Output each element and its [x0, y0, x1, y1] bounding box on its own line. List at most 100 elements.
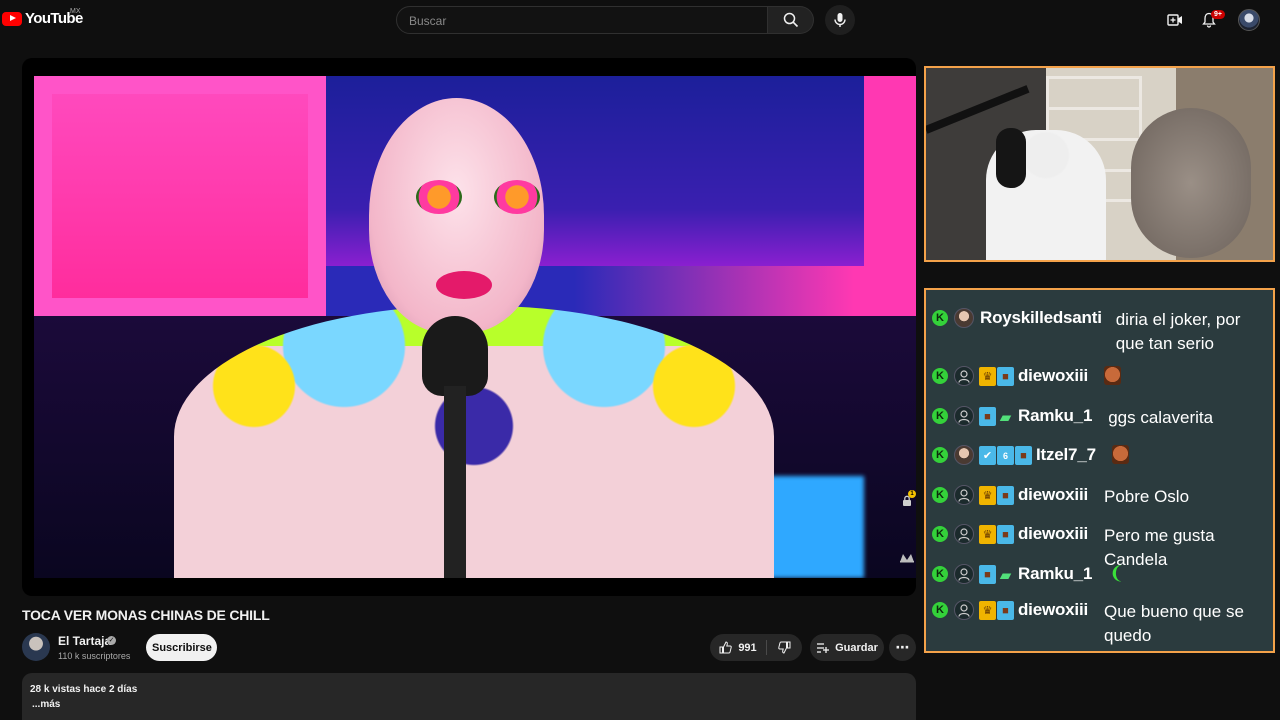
thumbs-up-icon: [719, 641, 733, 654]
save-button[interactable]: Guardar: [810, 634, 884, 661]
sub-badge-icon: ■: [979, 407, 996, 426]
chat-message: K ♛ ■ diewoxiii: [926, 366, 1273, 386]
video-title: TOCA VER MONAS CHINAS DE CHILL: [22, 607, 270, 623]
crown-badge-icon: ♛: [979, 525, 996, 544]
thumbs-down-icon: [778, 641, 791, 654]
moderator-badge-icon: K: [932, 310, 948, 326]
face-emote-icon: [1104, 366, 1121, 385]
chat-username: diewoxiii: [1018, 600, 1088, 619]
search-icon: [783, 12, 798, 28]
chat-text: Que bueno que se quedo: [1104, 602, 1244, 645]
chat-username: Itzel7_7: [1036, 445, 1096, 464]
chat-message: K ✔ 6 ■ Itzel7_7: [926, 445, 1273, 465]
youtube-logo[interactable]: YouTube MX: [2, 8, 83, 27]
subscribe-button[interactable]: Suscribirse: [146, 634, 217, 661]
chat-user-avatar: [954, 308, 974, 328]
chat-username: Royskilledsanti: [980, 308, 1102, 327]
show-more-link[interactable]: ...más: [32, 699, 60, 710]
default-avatar-icon: [954, 366, 974, 386]
chat-username: Ramku_1: [1018, 406, 1093, 425]
default-avatar-icon: [954, 485, 974, 505]
moderator-badge-icon: K: [932, 526, 948, 542]
crown-badge-icon: ♛: [979, 367, 996, 386]
hammer-badge-icon: ✔: [979, 446, 996, 465]
chat-text: Pobre Oslo: [1104, 487, 1190, 506]
verified-check-icon: ✓: [107, 636, 116, 645]
chat-overlay: K Royskilledsanti diria el joker, por qu…: [924, 288, 1275, 653]
more-actions-button[interactable]: ⋯: [889, 634, 916, 661]
default-avatar-icon: [954, 564, 974, 584]
chat-message: K Royskilledsanti diria el joker, por qu…: [926, 308, 1273, 356]
region-code: MX: [70, 8, 81, 15]
like-dislike-group: 991: [710, 634, 802, 661]
more-horizontal-icon: ⋯: [895, 639, 910, 655]
chat-text: ggs calaverita: [1108, 408, 1214, 427]
chat-text: diria el joker, por que tan serio: [1115, 310, 1241, 353]
moderator-badge-icon: K: [932, 566, 948, 582]
default-avatar-icon: [954, 406, 974, 426]
like-button[interactable]: 991: [710, 634, 766, 661]
gift-badge-icon: ▰: [999, 566, 1012, 584]
search-button[interactable]: [768, 6, 814, 34]
chat-username: Ramku_1: [1018, 564, 1093, 583]
moderator-badge-icon: K: [932, 447, 948, 463]
sub-badge-icon: ■: [997, 367, 1014, 386]
like-count: 991: [738, 641, 757, 654]
facecam-mic-arm: [926, 85, 1030, 134]
description-box[interactable]: 28 k vistas hace 2 días ...más: [22, 673, 916, 720]
streamer-facecam: [924, 66, 1275, 262]
youtube-play-icon: [2, 11, 22, 26]
video-player[interactable]: 1: [22, 58, 916, 596]
create-button[interactable]: [1165, 10, 1185, 30]
crown-badge-icon: ♛: [979, 486, 996, 505]
top-bar: YouTube MX 9+: [0, 0, 1280, 40]
chat-message: K ♛ ■ diewoxiii Pobre Oslo: [926, 485, 1273, 509]
notification-count-badge: 9+: [1211, 10, 1225, 19]
performer-eye-left: [416, 180, 462, 214]
lock-badge: 1: [908, 490, 916, 498]
sub-badge-icon: ■: [997, 601, 1014, 620]
subscriber-count: 110 k suscriptores: [58, 651, 131, 661]
theater-icon: [900, 554, 914, 563]
playlist-add-icon: [817, 642, 830, 653]
chat-username: diewoxiii: [1018, 366, 1088, 385]
chat-message: K ♛ ■ diewoxiii Que bueno que se quedo: [926, 600, 1273, 648]
pickle-emote-icon: ❨: [1109, 563, 1125, 583]
sub-badge-icon: ■: [997, 525, 1014, 544]
video-frame[interactable]: [34, 76, 916, 578]
moderator-badge-icon: K: [932, 602, 948, 618]
default-avatar-icon: [954, 600, 974, 620]
sub-badge-icon: ■: [979, 565, 996, 584]
performer-eye-right: [494, 180, 540, 214]
facecam-cat: [1131, 108, 1251, 258]
crown-badge-icon: ♛: [979, 601, 996, 620]
sub-badge-icon: ■: [997, 486, 1014, 505]
handheld-microphone: [422, 316, 488, 578]
moderator-badge-icon: K: [932, 408, 948, 424]
performer-mouth: [436, 271, 492, 299]
theater-control[interactable]: [898, 548, 916, 566]
save-label: Guardar: [835, 641, 878, 654]
moderator-badge-icon: K: [932, 368, 948, 384]
moderator-badge-icon: K: [932, 487, 948, 503]
chat-user-avatar: [954, 445, 974, 465]
facecam-microphone: [996, 128, 1026, 188]
stage-light-panel: [34, 76, 326, 316]
chat-message: K ■ ▰ Ramku_1 ❨: [926, 564, 1273, 584]
gift-badge-icon: ▰: [999, 408, 1012, 426]
dislike-button[interactable]: [767, 634, 802, 661]
chat-username: diewoxiii: [1018, 485, 1088, 504]
account-avatar[interactable]: [1238, 9, 1260, 31]
default-avatar-icon: [954, 524, 974, 544]
channel-name[interactable]: El Tartaja: [58, 634, 111, 648]
view-stats: 28 k vistas hace 2 días: [30, 684, 138, 695]
microphone-icon: [834, 13, 846, 27]
sub-badge-icon: ■: [1015, 446, 1032, 465]
channel-avatar[interactable]: [22, 633, 50, 661]
months-badge-icon: 6: [997, 446, 1014, 465]
search-input[interactable]: [407, 13, 751, 29]
voice-search-button[interactable]: [825, 5, 855, 35]
search-box[interactable]: [396, 6, 768, 34]
create-video-icon: [1167, 14, 1182, 26]
chat-username: diewoxiii: [1018, 524, 1088, 543]
